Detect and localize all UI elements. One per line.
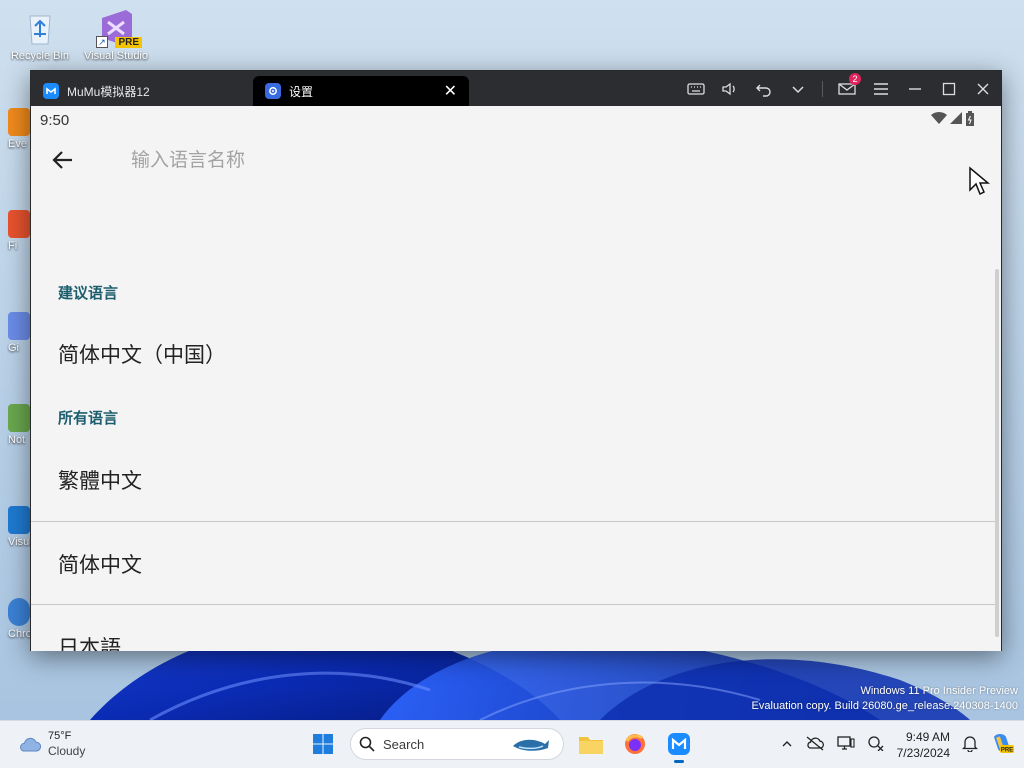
weather-temp: 75°F — [48, 730, 72, 742]
mumu-taskbar-button[interactable] — [662, 727, 696, 763]
visual-studio-preview-icon: ↗ PRE — [96, 8, 142, 48]
show-hidden-icons-chevron-icon[interactable] — [781, 736, 793, 754]
notification-badge: 2 — [849, 72, 861, 85]
start-button[interactable] — [306, 727, 340, 761]
wifi-icon — [931, 111, 947, 124]
language-search-input[interactable] — [131, 144, 731, 176]
desktop-icon-label: Recycle Bin — [10, 50, 70, 62]
windows-watermark: Windows 11 Pro Insider Preview Evaluatio… — [752, 684, 1018, 714]
mail-icon[interactable]: 2 — [837, 72, 861, 99]
signal-icon — [950, 112, 962, 124]
file-explorer-button[interactable] — [574, 727, 608, 761]
desktop-icon-partial[interactable]: Fi — [8, 210, 30, 252]
weather-widget[interactable]: 75°F Cloudy — [16, 729, 85, 759]
toolbar-separator — [822, 80, 823, 97]
display-icon[interactable] — [836, 735, 855, 756]
desktop-icon-partial[interactable]: Gi — [8, 312, 30, 354]
recycle-bin-icon — [20, 8, 60, 48]
android-screen: 9:50 建议语言 简体中文（中国） 所有语言 繁體中文 简体中文 日本語 — [31, 106, 1001, 651]
shortcut-arrow-icon: ↗ — [96, 36, 108, 48]
weather-condition: Cloudy — [48, 744, 86, 758]
taskbar-clock[interactable]: 9:49 AM 7/23/2024 — [897, 729, 950, 761]
preview-badge: PRE — [115, 37, 142, 48]
undo-icon[interactable] — [754, 79, 774, 99]
settings-gear-icon — [265, 83, 281, 99]
maximize-icon[interactable] — [939, 79, 959, 99]
language-item-ja[interactable]: 日本語 — [31, 632, 999, 651]
search-icon — [359, 736, 375, 752]
menu-icon[interactable] — [871, 79, 891, 99]
tab-mumu[interactable]: MuMu模拟器12 — [31, 76, 253, 106]
status-icons — [931, 111, 975, 127]
list-divider — [31, 521, 999, 522]
desktop-icon-label: Gi — [8, 342, 19, 354]
watermark-line: Evaluation copy. Build 26080.ge_release.… — [751, 700, 1018, 712]
volume-icon[interactable] — [720, 79, 740, 99]
tab-close-icon[interactable]: ✕ — [444, 81, 457, 101]
network-disconnected-icon[interactable] — [867, 735, 885, 756]
firefox-button[interactable] — [618, 727, 652, 761]
window-controls: 2 — [686, 71, 993, 106]
taskbar-search-input[interactable] — [383, 736, 503, 752]
keyboard-icon[interactable] — [686, 79, 706, 99]
battery-icon — [966, 111, 974, 126]
mumu-logo-icon — [43, 83, 59, 99]
list-divider — [31, 604, 999, 605]
firefox-icon — [625, 734, 645, 754]
all-languages-header: 所有语言 — [58, 409, 119, 427]
tab-label: 设置 — [289, 84, 314, 99]
notification-bell-icon[interactable] — [961, 734, 979, 757]
desktop-icon-partial[interactable]: Not — [8, 404, 30, 446]
taskbar-search[interactable] — [350, 728, 564, 760]
clock-time: 9:49 AM — [905, 730, 950, 744]
taskbar-apps — [306, 727, 696, 763]
search-highlight-whale-icon — [513, 739, 549, 751]
desktop-icon-label: Eve — [8, 138, 27, 150]
onedrive-offline-icon[interactable] — [805, 735, 825, 756]
desktop-icon-recycle-bin[interactable]: Recycle Bin — [4, 8, 76, 62]
clock-date: 7/23/2024 — [896, 746, 950, 760]
language-search-bar — [31, 134, 1001, 186]
cloud-icon — [20, 737, 42, 752]
language-item-zh-hans[interactable]: 简体中文 — [31, 549, 999, 579]
chevron-down-icon[interactable] — [788, 79, 808, 99]
tab-label: MuMu模拟器12 — [67, 84, 150, 99]
watermark-line: Windows 11 Pro Insider Preview — [860, 685, 1018, 697]
desktop-icon-visual-studio[interactable]: ↗ PRE Visual Studio — [80, 8, 152, 62]
language-item-zh-hant[interactable]: 繁體中文 — [31, 465, 999, 495]
android-status-bar: 9:50 — [31, 106, 1001, 134]
svg-text:PRE: PRE — [1001, 747, 1013, 753]
language-item-zh-hans-cn[interactable]: 简体中文（中国） — [31, 339, 999, 369]
system-tray: 9:49 AM 7/23/2024 PRE — [781, 721, 1014, 768]
desktop-icon-label: Not — [8, 434, 26, 446]
status-time: 9:50 — [40, 112, 70, 129]
scrollbar[interactable] — [995, 269, 999, 637]
mumu-emulator-window: MuMu模拟器12 设置 ✕ 2 9:50 输入语言名称 建议语言 简体中文（中… — [30, 70, 1002, 651]
title-bar: MuMu模拟器12 设置 ✕ 2 — [31, 71, 1001, 106]
mumu-logo-icon — [668, 733, 690, 755]
minimize-icon[interactable] — [905, 79, 925, 99]
windows-logo-icon — [313, 734, 333, 754]
desktop-icon-label: Fi — [8, 240, 18, 252]
desktop-icon-partial[interactable]: Eve — [8, 108, 30, 150]
windows-taskbar: 75°F Cloudy Search 9:49 AM 7/23/2024 PRE — [0, 720, 1024, 768]
suggested-languages-header: 建议语言 — [58, 284, 119, 302]
mouse-pointer-icon — [968, 166, 991, 201]
tab-settings[interactable]: 设置 ✕ — [253, 76, 469, 106]
copilot-preview-icon[interactable]: PRE — [990, 731, 1014, 760]
folder-icon — [579, 737, 603, 754]
close-icon[interactable] — [973, 79, 993, 99]
desktop-icon-label: Visual Studio — [83, 50, 148, 62]
back-arrow-icon[interactable] — [49, 146, 77, 174]
